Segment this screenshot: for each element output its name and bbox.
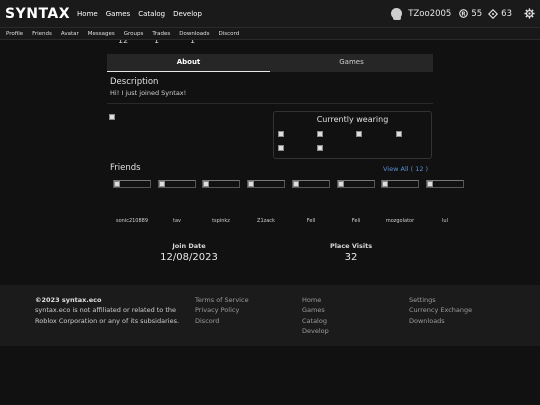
join-date-label: Join Date [172, 242, 206, 250]
friend-avatar-image [113, 180, 151, 188]
view-all-friends-link[interactable]: View All ( 12 ) [383, 165, 428, 173]
footer-catalog-link[interactable]: Catalog [302, 316, 329, 326]
footer-privacy-link[interactable]: Privacy Policy [195, 305, 249, 315]
friend-avatar-image [426, 180, 464, 188]
currently-wearing-heading: Currently wearing [316, 115, 389, 124]
friend-name: lul [442, 218, 448, 224]
nav-games-link[interactable]: Games [106, 10, 131, 18]
robux-balance[interactable]: R 55 [459, 9, 482, 19]
currently-wearing-panel: Currently wearing [273, 111, 432, 159]
friend-avatar-image [337, 180, 375, 188]
gear-icon[interactable] [524, 8, 535, 19]
profile-tabs: About Games [107, 54, 433, 72]
user-area: TZoo2005 R 55 63 [391, 0, 535, 27]
wearing-item-image[interactable] [317, 131, 323, 137]
footer-about: ©2023 syntax.eco syntax.eco is not affil… [35, 295, 179, 326]
secondary-navbar: Profile Friends Avatar Messages Groups T… [0, 27, 540, 40]
wearing-item-image[interactable] [317, 145, 323, 151]
nav-home-link[interactable]: Home [77, 10, 98, 18]
place-visits-label: Place Visits [329, 242, 373, 250]
footer-games-link[interactable]: Games [302, 305, 329, 315]
friend-avatar-image [202, 180, 240, 188]
top-navbar: SYNTAX Home Games Catalog Develop TZoo20… [0, 0, 540, 27]
footer-disclaimer-line: syntax.eco is not affiliated or related … [35, 306, 177, 315]
footer-home-link[interactable]: Home [302, 295, 329, 305]
tab-games[interactable]: Games [270, 54, 433, 72]
subnav-groups-link[interactable]: Groups [124, 31, 144, 37]
robux-icon: R [459, 9, 469, 18]
friend-avatar-image [247, 180, 285, 188]
footer-terms-link[interactable]: Terms of Service [195, 295, 249, 305]
tickets-balance[interactable]: 63 [488, 8, 512, 19]
friend-name: tspinkz [212, 218, 230, 224]
followers-count: 1 [154, 40, 159, 44]
friend-name: Z1zack [257, 218, 275, 224]
description-heading: Description [110, 77, 159, 87]
footer-account-links: Settings Currency Exchange Downloads [409, 295, 472, 326]
wearing-item-image[interactable] [278, 145, 284, 151]
join-date-value: 12/08/2023 [160, 252, 218, 263]
friend-avatar-image [292, 180, 330, 188]
following-count: 1 [190, 40, 195, 44]
nav-develop-link[interactable]: Develop [173, 10, 202, 18]
footer-legal-links: Terms of Service Privacy Policy Discord [195, 295, 249, 326]
subnav-avatar-link[interactable]: Avatar [61, 31, 79, 37]
footer-develop-link[interactable]: Develop [302, 326, 329, 336]
footer-downloads-link[interactable]: Downloads [409, 316, 472, 326]
page-footer: ©2023 syntax.eco syntax.eco is not affil… [0, 285, 540, 346]
tickets-amount: 63 [501, 8, 512, 19]
footer-disclaimer-line: Roblox Corporation or any of its subsida… [35, 316, 180, 325]
friend-name: mozgolator [385, 218, 415, 224]
avatar-render-image [109, 114, 115, 120]
footer-copyright: ©2023 syntax.eco [35, 296, 102, 304]
footer-site-links: Home Games Catalog Develop [302, 295, 329, 336]
subnav-downloads-link[interactable]: Downloads [179, 31, 209, 37]
subnav-profile-link[interactable]: Profile [6, 31, 23, 37]
place-visits-stat: Place Visits 32 [291, 242, 411, 263]
friends-count: 12 [118, 40, 128, 44]
robux-amount: 55 [471, 8, 483, 19]
username-link[interactable]: TZoo2005 [408, 9, 451, 19]
wearing-item-image[interactable] [356, 131, 362, 137]
friend-name: tav [173, 218, 181, 224]
friend-avatar-image [158, 180, 196, 188]
description-text: Hi! I just joined Syntax! [110, 89, 187, 97]
divider [107, 103, 433, 104]
subnav-trades-link[interactable]: Trades [152, 31, 170, 37]
avatar-icon[interactable] [391, 8, 403, 20]
place-visits-value: 32 [344, 252, 358, 263]
friend-name: Fell [306, 218, 316, 224]
friend-avatar-image [381, 180, 419, 188]
profile-counts-cutoff: 12 1 1 [116, 40, 216, 44]
footer-currency-exchange-link[interactable]: Currency Exchange [409, 305, 472, 315]
friends-heading: Friends [110, 163, 141, 173]
subnav-discord-link[interactable]: Discord [219, 31, 240, 37]
wearing-item-image[interactable] [396, 131, 402, 137]
friend-name: sonic210889 [115, 218, 149, 224]
footer-settings-link[interactable]: Settings [409, 295, 472, 305]
subnav-friends-link[interactable]: Friends [32, 31, 52, 37]
tab-about[interactable]: About [107, 54, 270, 72]
nav-catalog-link[interactable]: Catalog [138, 10, 165, 18]
footer-discord-link[interactable]: Discord [195, 316, 249, 326]
join-date-stat: Join Date 12/08/2023 [129, 242, 249, 263]
friend-name: Feli [351, 218, 361, 224]
subnav-messages-link[interactable]: Messages [88, 31, 115, 37]
ticket-icon [488, 8, 499, 19]
wearing-item-image[interactable] [278, 131, 284, 137]
brand-logo[interactable]: SYNTAX [5, 6, 70, 22]
main-nav-links: Home Games Catalog Develop [77, 10, 210, 18]
